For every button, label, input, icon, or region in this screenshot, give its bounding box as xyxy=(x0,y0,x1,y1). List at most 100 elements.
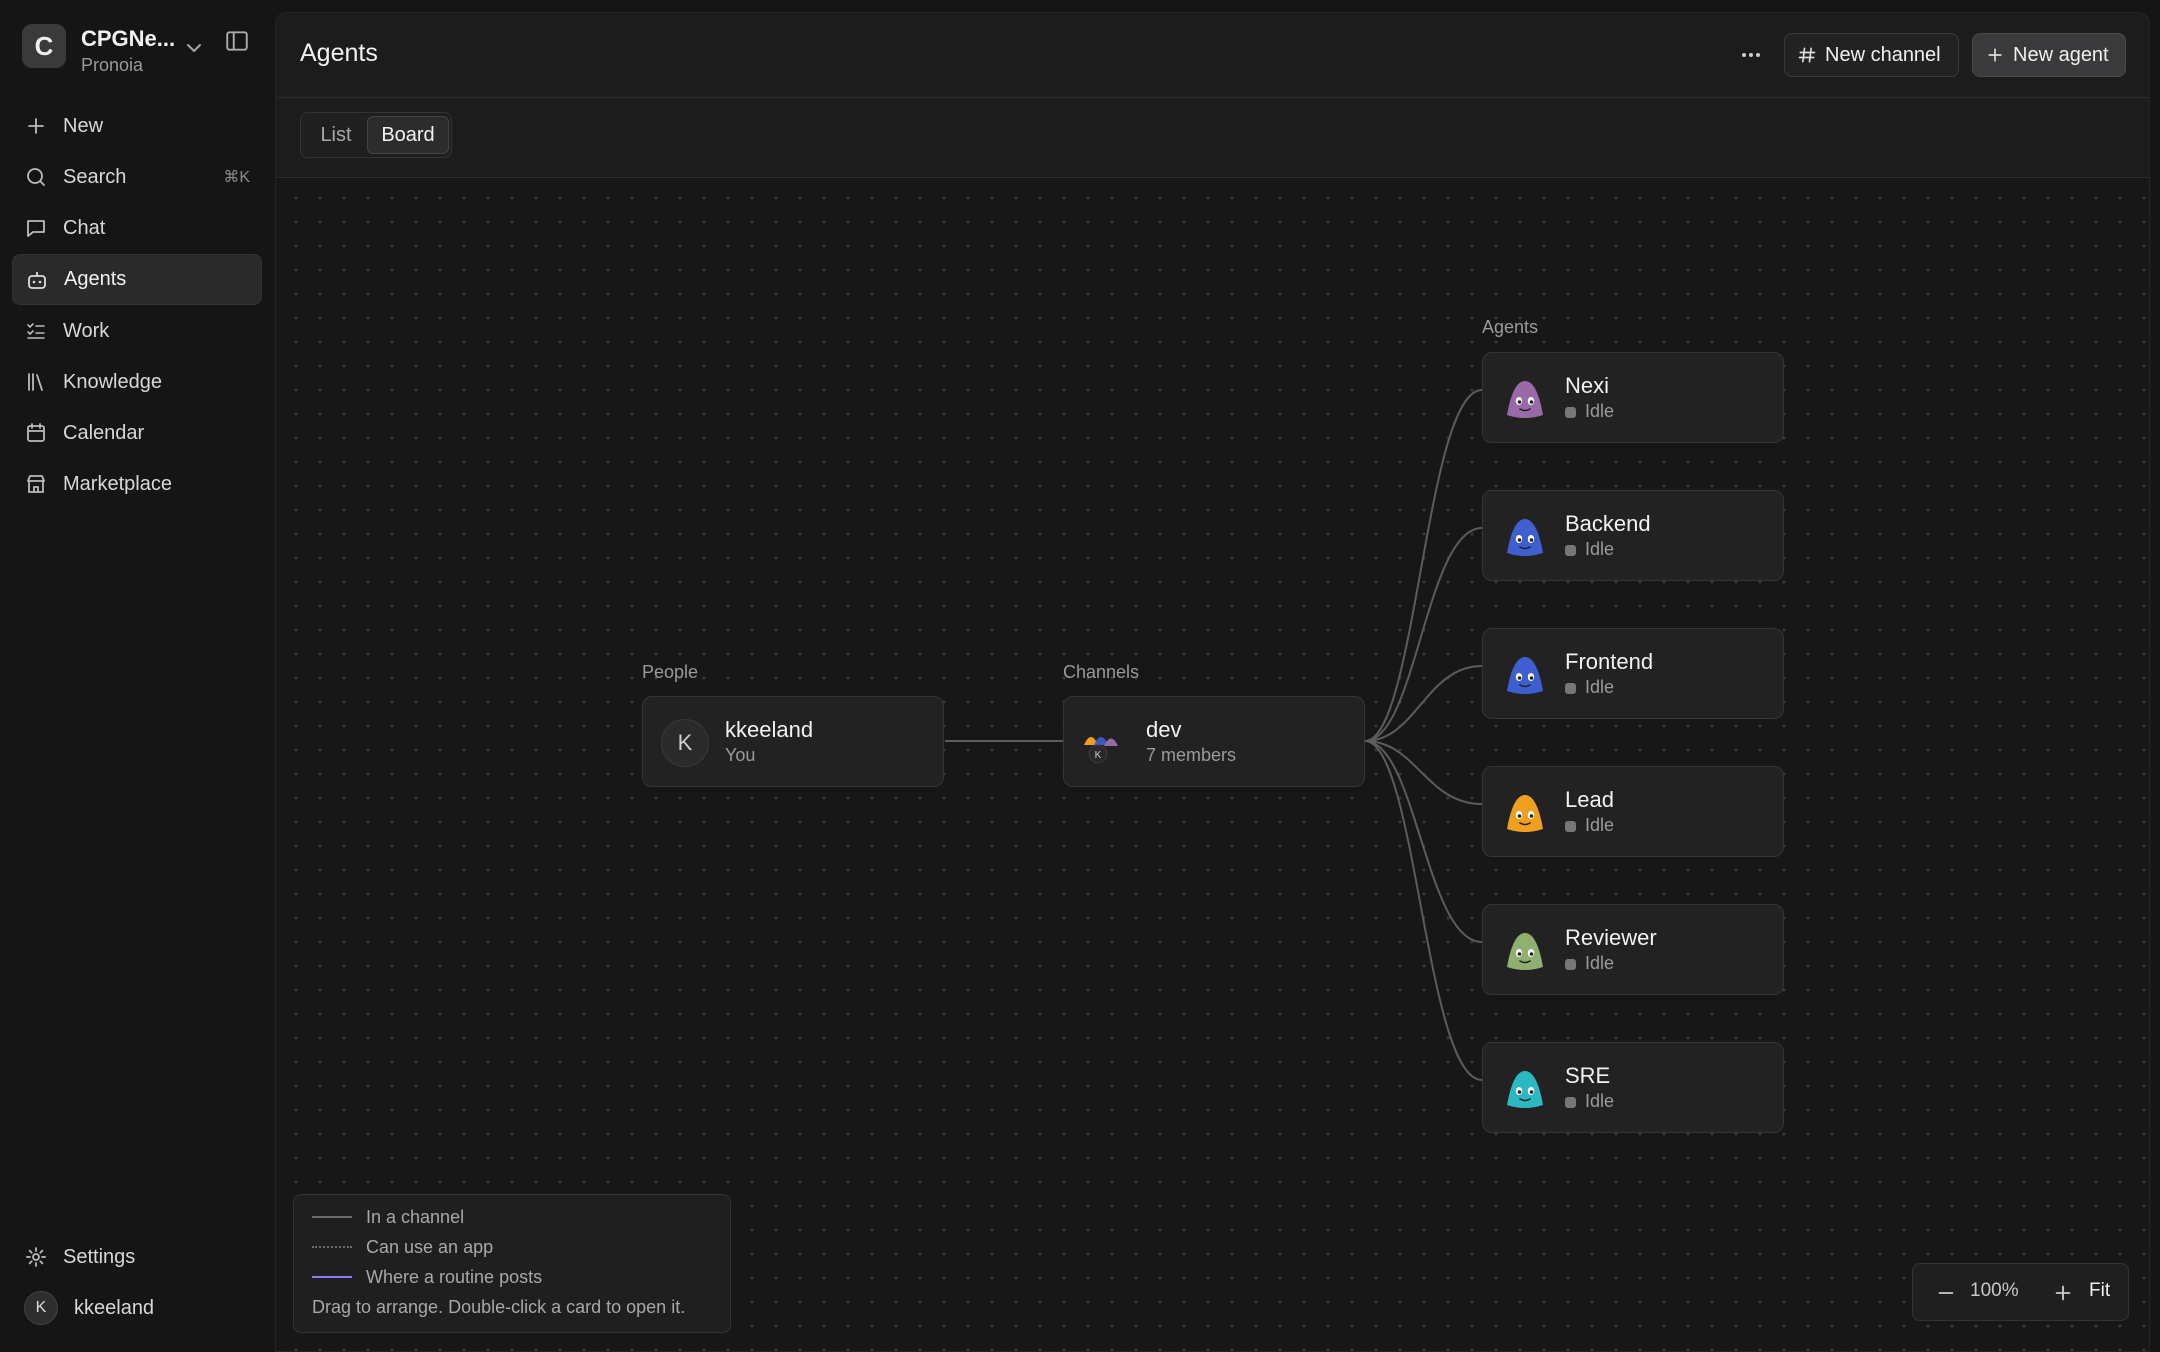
sidebar-item-label: Search xyxy=(63,165,127,188)
more-options-icon[interactable] xyxy=(1735,41,1767,69)
edge-channel-agent xyxy=(1364,665,1483,742)
agent-card[interactable]: Backend Idle xyxy=(1482,490,1784,581)
avatar: K xyxy=(661,719,709,767)
status-indicator xyxy=(1565,821,1576,832)
sidebar-item-work[interactable]: Work xyxy=(12,306,262,356)
search-shortcut: ⌘K xyxy=(223,169,250,186)
tab-list[interactable]: List xyxy=(305,116,367,154)
bot-icon xyxy=(28,271,46,289)
status-indicator xyxy=(1565,407,1576,418)
view-bar: List Board xyxy=(276,98,2149,178)
library-icon xyxy=(28,373,43,391)
sidebar-item-chat[interactable]: Chat xyxy=(12,203,262,253)
sidebar-toggle-icon[interactable] xyxy=(224,28,250,54)
agent-avatar-icon xyxy=(1507,795,1543,832)
sidebar-item-search[interactable]: Search ⌘K xyxy=(12,152,262,202)
person-card[interactable]: K kkeeland You xyxy=(642,696,944,787)
sidebar-item-label: Calendar xyxy=(63,421,145,444)
new-agent-label: New agent xyxy=(2013,43,2109,66)
sidebar-item-knowledge[interactable]: Knowledge xyxy=(12,357,262,407)
sidebar-item-label: New xyxy=(63,114,104,137)
edge-channel-agent xyxy=(1364,740,1483,805)
agent-status: Idle xyxy=(1585,1091,1615,1111)
agent-name: Nexi xyxy=(1565,373,1610,398)
agent-status: Idle xyxy=(1585,539,1615,559)
tab-board[interactable]: Board xyxy=(367,116,449,154)
status-indicator xyxy=(1565,683,1576,694)
column-label-agents: Agents xyxy=(1482,317,1539,337)
agent-avatar-icon xyxy=(1507,1071,1543,1108)
legend-label: In a channel xyxy=(366,1206,465,1227)
main-panel: Agents New channel New agent List Board … xyxy=(275,12,2150,1352)
legend-item: Can use an app xyxy=(312,1235,493,1259)
new-channel-button[interactable]: New channel xyxy=(1784,33,1959,77)
status-indicator xyxy=(1565,1097,1576,1108)
workspace-badge: C xyxy=(22,24,66,68)
agent-card[interactable]: Reviewer Idle xyxy=(1482,904,1784,995)
edge-channel-agent xyxy=(1364,389,1483,742)
user-name: kkeeland xyxy=(74,1296,155,1319)
legend-item: Where a routine posts xyxy=(312,1265,542,1289)
legend-line-solid xyxy=(312,1216,352,1218)
agent-avatar-icon xyxy=(1507,381,1543,418)
workspace-subtitle: Pronoia xyxy=(81,55,144,75)
sidebar-item-calendar[interactable]: Calendar xyxy=(12,408,262,458)
store-icon xyxy=(27,475,45,493)
view-toggle: List Board xyxy=(300,112,452,158)
person-subtitle: You xyxy=(725,745,756,765)
legend-label: Where a routine posts xyxy=(366,1266,543,1287)
user-menu[interactable]: K kkeeland xyxy=(12,1283,262,1333)
edge-channel-agent xyxy=(1364,527,1483,742)
zoom-in-icon[interactable] xyxy=(2052,1282,2074,1304)
zoom-out-icon[interactable] xyxy=(1935,1282,1957,1304)
zoom-controls: 100% Fit xyxy=(1912,1263,2129,1321)
chat-icon xyxy=(27,220,45,237)
legend-line-routine xyxy=(312,1276,352,1278)
agent-avatar-icon xyxy=(1507,519,1543,556)
column-label-people: People xyxy=(642,662,699,682)
sidebar-item-label: Chat xyxy=(63,216,106,239)
edges-channel-agents xyxy=(1364,389,1483,1081)
channel-members-avatars: K xyxy=(1084,737,1118,764)
settings-button[interactable]: Settings xyxy=(12,1232,262,1282)
sidebar: C CPGNe... Pronoia New Search ⌘K Chat Ag… xyxy=(0,0,274,1350)
channel-name: dev xyxy=(1146,717,1182,742)
sidebar-item-label: Agents xyxy=(64,268,127,290)
channel-member-count: 7 members xyxy=(1146,745,1237,765)
agent-card[interactable]: Frontend Idle xyxy=(1482,628,1784,719)
sidebar-item-marketplace[interactable]: Marketplace xyxy=(12,459,262,509)
sidebar-item-agents[interactable]: Agents xyxy=(12,254,262,305)
workspace-name: CPGNe... xyxy=(81,26,176,51)
sidebar-item-label: Work xyxy=(63,319,110,342)
agent-status: Idle xyxy=(1585,953,1615,973)
hash-icon xyxy=(1798,47,1816,63)
agent-name: Lead xyxy=(1565,787,1614,812)
agent-card[interactable]: Lead Idle xyxy=(1482,766,1784,857)
agent-card[interactable]: Nexi Idle xyxy=(1482,352,1784,443)
channel-card[interactable]: K dev 7 members xyxy=(1063,696,1365,787)
chevron-down-icon xyxy=(187,44,201,53)
agent-name: Frontend xyxy=(1565,649,1654,674)
agent-status: Idle xyxy=(1585,677,1615,697)
agent-card[interactable]: SRE Idle xyxy=(1482,1042,1784,1133)
legend-line-dotted xyxy=(312,1246,352,1248)
settings-label: Settings xyxy=(63,1245,136,1268)
calendar-icon xyxy=(27,423,45,442)
agent-name: SRE xyxy=(1565,1063,1611,1088)
board-canvas[interactable]: People Channels Agents K kkeeland You K … xyxy=(276,178,2149,1351)
list-check-icon xyxy=(27,323,45,339)
legend-label: Can use an app xyxy=(366,1236,494,1257)
agent-status: Idle xyxy=(1585,815,1615,835)
channel-mini-initial: K xyxy=(1095,750,1102,761)
plus-icon xyxy=(1988,48,2002,62)
agent-avatar-icon xyxy=(1507,657,1543,694)
new-agent-button[interactable]: New agent xyxy=(1972,33,2126,77)
fit-button[interactable]: Fit xyxy=(2089,1280,2110,1302)
sidebar-item-label: Marketplace xyxy=(63,472,172,495)
search-icon xyxy=(27,168,45,186)
sidebar-item-label: Knowledge xyxy=(63,370,162,393)
agent-status: Idle xyxy=(1585,401,1615,421)
zoom-level: 100% xyxy=(1970,1280,2019,1301)
sidebar-item-new[interactable]: New xyxy=(12,101,262,151)
agent-name: Backend xyxy=(1565,511,1651,536)
